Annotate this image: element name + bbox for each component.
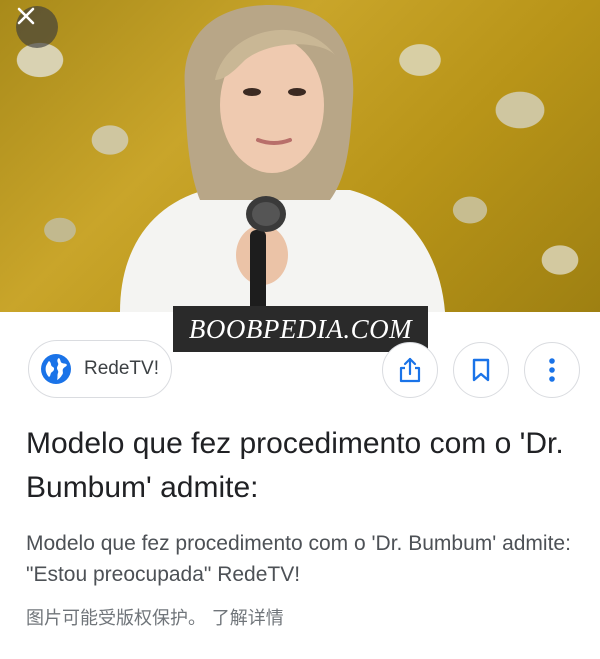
- bookmark-icon: [472, 358, 490, 382]
- result-description: Modelo que fez procedimento com o 'Dr. B…: [26, 532, 571, 586]
- close-button[interactable]: [16, 6, 58, 48]
- result-image[interactable]: [0, 0, 600, 312]
- more-options-button[interactable]: [524, 342, 580, 398]
- more-vert-icon: [549, 358, 555, 382]
- copyright-notice: 图片可能受版权保护。 了解详情: [26, 608, 284, 629]
- globe-icon: [41, 354, 71, 384]
- share-button[interactable]: [382, 342, 438, 398]
- woman-with-microphone-photo: [120, 5, 445, 312]
- source-name: RedeTV!: [84, 358, 159, 379]
- bookmark-button[interactable]: [453, 342, 509, 398]
- result-title[interactable]: Modelo que fez procedimento com o 'Dr. B…: [26, 422, 574, 510]
- source-chip[interactable]: RedeTV!: [28, 340, 172, 398]
- share-icon: [399, 357, 421, 383]
- watermark: BOOBPEDIA.COM: [173, 306, 428, 352]
- close-icon: [17, 7, 35, 25]
